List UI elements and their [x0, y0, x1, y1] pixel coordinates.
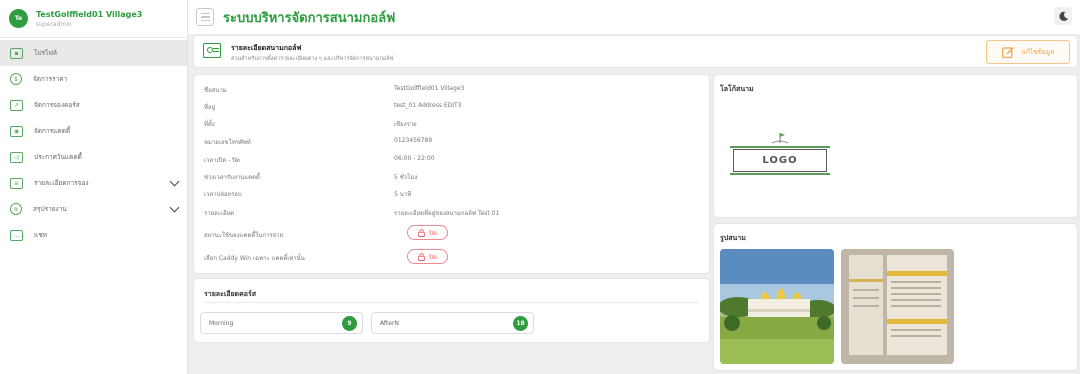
toggle-label: เลือก Caddy Win เฉพาะ แคดดี้เท่านั้น [204, 255, 305, 262]
booking-list-icon: ≡ [10, 177, 23, 189]
lock-icon [418, 228, 425, 237]
report-icon: ≋ [10, 203, 22, 215]
sidebar-item-label: โปรไฟล์ [34, 49, 57, 57]
user-role: superadmin [36, 20, 72, 28]
divider [204, 302, 699, 303]
page-subtitle: ส่วนสำหรับการตั้งค่ารายละเอียดต่าง ๆ และ… [231, 56, 394, 62]
course-item-aftern[interactable]: AfterN 18 [371, 312, 534, 334]
sidebar-item-caddy[interactable]: ◉ จัดการแคดดี้ [0, 118, 187, 144]
course-logo: LOGO [730, 133, 830, 180]
user-name: TestGolffield01 Village3 [36, 9, 143, 19]
chevron-down-icon[interactable] [169, 202, 180, 213]
sidebar-item-profile[interactable]: ▪ โปรไฟล์ [0, 40, 187, 66]
top-bar: ระบบบริหารจัดการสนามกอล์ฟ [188, 0, 1080, 34]
chat-icon: … [10, 229, 23, 241]
moon-icon [1058, 11, 1068, 21]
caddy-win-toggle[interactable]: ปิด [407, 249, 448, 264]
detail-value: 5 นาที [394, 191, 412, 198]
toggle-state: ปิด [429, 229, 437, 237]
detail-label: หมายเลขโทรศัพท์ [204, 139, 251, 146]
scorecard-image [841, 249, 954, 364]
caddy-payment-status-toggle[interactable]: ปิด [407, 225, 448, 240]
sidebar-item-label: แชท [34, 231, 47, 239]
detail-value: 06:00 - 22:00 [394, 155, 435, 162]
sidebar-item-pricing[interactable]: $ จัดการราคา [0, 66, 187, 92]
caddy-icon: ◉ [10, 125, 23, 137]
detail-value: 0123456789 [394, 137, 433, 144]
chevron-down-icon[interactable] [169, 176, 180, 187]
course-photo-scorecard[interactable] [841, 249, 954, 364]
page-title: รายละเอียดสนามกอล์ฟ [231, 44, 302, 52]
edit-button[interactable]: แก้ไขข้อมูล [986, 40, 1070, 64]
detail-label: ช่วงเวลารับงานแคดดี้ [204, 174, 260, 181]
course-item-morning[interactable]: Morning 9 [200, 312, 363, 334]
clubhouse-image [720, 249, 834, 364]
detail-value: รายละเอียดที่อยู่ของสนามกอล์ฟ Test 01 [394, 210, 500, 217]
sidebar-item-label: สรุปรายงาน [33, 205, 67, 213]
photos-section-title: รูปสนาม [720, 234, 746, 242]
detail-label: รายละเอียด [204, 210, 235, 217]
course-name: Morning [209, 319, 234, 327]
sidebar-item-label: จัดการราคา [33, 75, 68, 83]
sidebar-item-label: ประกาศวันแคดดี้ [34, 153, 82, 161]
detail-label: ที่ตั้ง [204, 121, 215, 128]
menu-toggle-icon[interactable] [196, 8, 214, 26]
user-profile[interactable]: Te TestGolffield01 Village3 superadmin [0, 0, 187, 38]
sidebar-item-label: รายละเอียดการจอง [34, 179, 89, 187]
avatar: Te [9, 9, 28, 28]
sidebar-item-reports[interactable]: ≋ สรุปรายงาน [0, 196, 187, 222]
logo-text: LOGO [730, 146, 830, 175]
course-list-card: รายละเอียดคอร์ส Morning 9 AfterN 18 [193, 278, 710, 343]
sidebar-item-label: จัดการแคดดี้ [34, 127, 71, 135]
detail-value: TestGolffield01 Village3 [394, 85, 465, 92]
price-icon: $ [10, 73, 22, 85]
detail-label: เวลาปล่อยรอบ [204, 191, 242, 198]
course-photos-card: รูปสนาม [713, 223, 1078, 371]
sidebar-item-chat[interactable]: … แชท [0, 222, 187, 248]
course-detail-card: ชื่อสนาม TestGolffield01 Village3 ที่อยู… [193, 74, 710, 274]
course-photo-clubhouse[interactable] [720, 249, 834, 364]
toggle-label: สถานะใช้ของแคดดี้ในการจ่าย [204, 232, 283, 239]
app-title: ระบบบริหารจัดการสนามกอล์ฟ [223, 10, 396, 26]
sidebar-menu: ▪ โปรไฟล์ $ จัดการราคา ↗ จัดการจองคอร์ส … [0, 38, 187, 248]
announce-icon: ◁ [10, 151, 23, 163]
course-section-title: รายละเอียดคอร์ส [204, 290, 257, 298]
sidebar: Te TestGolffield01 Village3 superadmin ▪… [0, 0, 188, 374]
edit-icon [1001, 47, 1014, 58]
page-header: รายละเอียดสนามกอล์ฟ ส่วนสำหรับการตั้งค่า… [193, 35, 1078, 68]
sidebar-item-label: จัดการจองคอร์ส [34, 101, 80, 109]
logo-section-title: โลโก้สนาม [720, 85, 754, 93]
sidebar-item-course-booking[interactable]: ↗ จัดการจองคอร์ส [0, 92, 187, 118]
edit-button-label: แก้ไขข้อมูล [1021, 48, 1055, 56]
detail-label: เวลาเปิด - ปิด [204, 157, 240, 164]
sidebar-item-booking-details[interactable]: ≡ รายละเอียดการจอง [0, 170, 187, 196]
detail-label: ชื่อสนาม [204, 87, 227, 94]
holes-badge: 18 [513, 316, 528, 331]
course-name: AfterN [380, 319, 399, 327]
holes-badge: 9 [342, 316, 357, 331]
toggle-state: ปิด [429, 253, 437, 261]
id-card-icon: ▪ [10, 47, 23, 59]
sidebar-item-caddy-announcement[interactable]: ◁ ประกาศวันแคดดี้ [0, 144, 187, 170]
lock-icon [418, 252, 425, 261]
dark-mode-toggle[interactable] [1054, 7, 1072, 25]
chart-icon: ↗ [10, 99, 23, 111]
course-info-icon [203, 43, 221, 58]
detail-label: ที่อยู่ [204, 104, 216, 111]
golf-flag-icon [771, 133, 789, 144]
course-logo-card: โลโก้สนาม LOGO [713, 74, 1078, 218]
detail-value: test_01 Address EDIT3 [394, 102, 462, 109]
detail-value: เชียงราย [394, 121, 417, 128]
detail-value: 5 ชั่วโมง [394, 174, 418, 181]
